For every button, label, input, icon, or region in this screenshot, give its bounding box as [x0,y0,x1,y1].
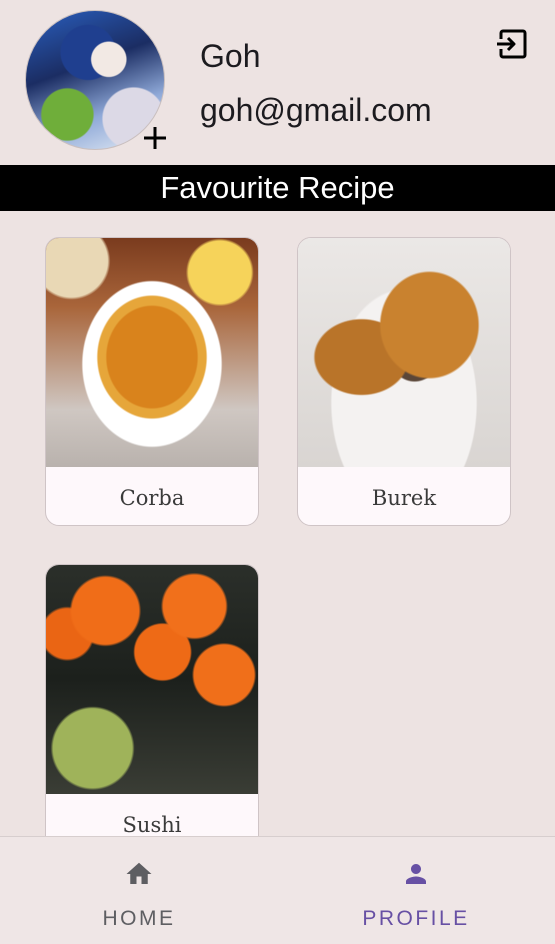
recipe-card[interactable]: Sushi [45,564,259,836]
profile-header: Goh goh@gmail.com [0,0,555,165]
section-title: Favourite Recipe [160,170,395,205]
section-title-bar: Favourite Recipe [0,165,555,211]
recipe-name: Sushi [122,813,182,836]
sushi-image [46,565,258,794]
recipe-card[interactable]: Burek [297,237,511,526]
recipe-name: Corba [119,486,185,510]
bottom-navigation: HOME PROFILE [0,836,555,944]
logout-icon[interactable] [495,27,529,61]
nav-home-label: HOME [102,907,176,930]
user-name: Goh [200,38,261,74]
person-icon [406,864,426,884]
pastry-image [298,238,510,467]
recipe-grid: Corba Burek Sushi [0,211,555,836]
recipe-name: Burek [371,486,437,510]
nav-profile[interactable]: PROFILE [277,837,555,944]
nav-profile-label: PROFILE [362,907,470,930]
nav-home[interactable]: HOME [0,837,278,944]
plus-icon[interactable] [141,124,169,152]
home-icon [126,862,152,884]
avatar-container[interactable] [25,10,166,150]
soup-image [46,238,258,467]
user-email: goh@gmail.com [200,92,432,128]
recipe-card[interactable]: Corba [45,237,259,526]
